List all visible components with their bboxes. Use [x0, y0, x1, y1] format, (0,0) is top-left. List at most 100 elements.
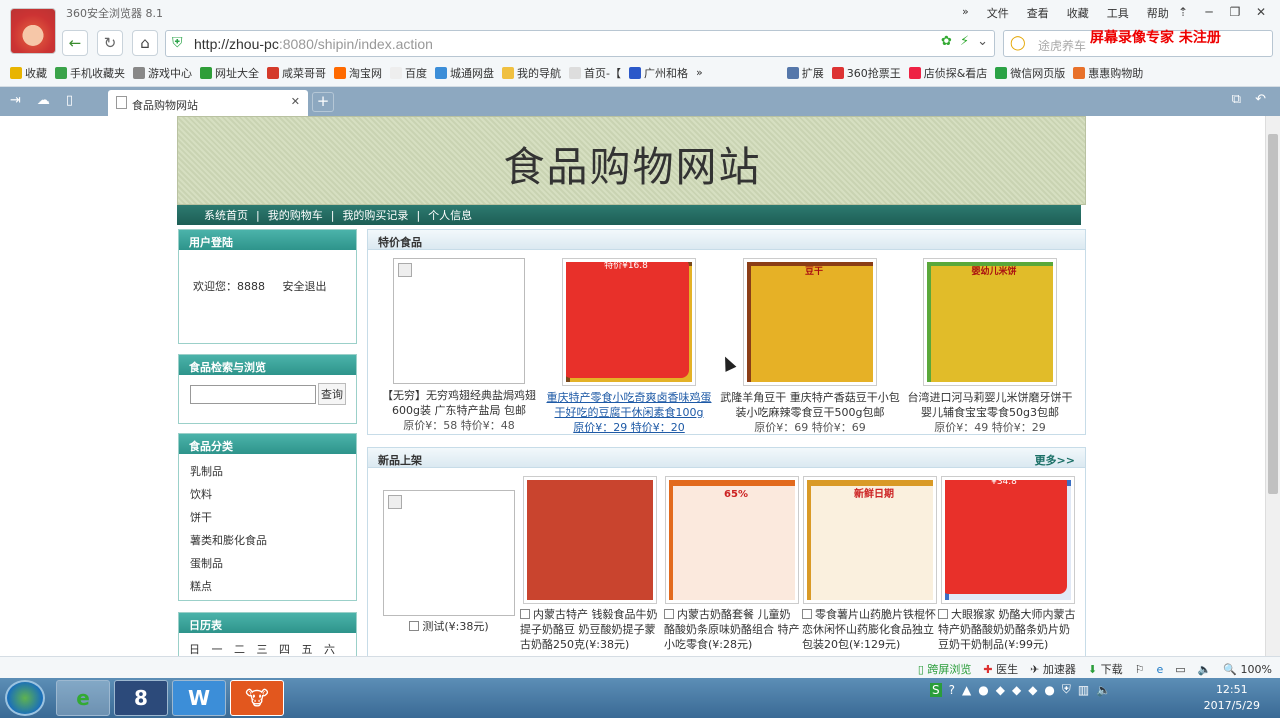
bookmark-item[interactable]: 淘宝网 [334, 65, 382, 81]
menu-favorites[interactable]: 收藏 [1063, 5, 1093, 21]
menu-view[interactable]: 查看 [1023, 5, 1053, 21]
tray-arrow-icon[interactable]: ▲ [962, 683, 971, 697]
product-image[interactable]: 婴幼儿米饼 [923, 258, 1057, 386]
phone-icon[interactable]: ▯ [66, 93, 73, 108]
menu-skin-icon[interactable]: » [958, 5, 973, 21]
nav-purchases[interactable]: 我的购买记录 [342, 207, 408, 223]
bookmark-item[interactable]: 城通网盘 [435, 65, 494, 81]
bookmark-item[interactable]: 百度 [390, 65, 427, 81]
tray-app-icon[interactable]: ◆ [996, 683, 1005, 697]
bookmark-right-item[interactable]: 店侦探&看店 [908, 65, 987, 81]
product-checkbox[interactable] [664, 609, 674, 619]
taskbar-app-8-icon[interactable]: 8 [114, 680, 168, 716]
product-name[interactable]: 内蒙古奶酪套餐 儿童奶酪酸奶条原味奶酪组合 特产 小吃零食(¥:28元) [664, 608, 800, 651]
tray-shield-icon[interactable]: ⛨ [1062, 682, 1071, 697]
tray-app-icon[interactable]: ◆ [1028, 683, 1037, 697]
product-name[interactable]: 零食薯片山药脆片铁棍怀恋休闲怀山药膨化食品独立包装20包(¥:129元) [802, 608, 936, 651]
back-button[interactable]: ← [62, 30, 88, 56]
vertical-scrollbar[interactable] [1265, 116, 1280, 656]
bookmark-right-item[interactable]: 微信网页版 [995, 65, 1065, 81]
product-image[interactable]: 奶酪大师¥34.8 [941, 476, 1075, 604]
ie-icon[interactable]: e [1156, 663, 1163, 676]
bookmarks-more-icon[interactable]: » [696, 66, 703, 79]
tray-qq-icon[interactable]: ● [978, 683, 988, 697]
url-field[interactable]: ⛨ http://zhou-pc:8080/shipin/index.actio… [165, 30, 995, 57]
bookmark-right-item[interactable]: 惠惠购物助 [1073, 65, 1143, 81]
bookmark-right-item[interactable]: 扩展 [786, 65, 824, 81]
product-image[interactable]: 65% [665, 476, 799, 604]
accelerator-button[interactable]: ✈ 加速器 [1030, 661, 1076, 677]
minimize-button[interactable]: ─ [1198, 2, 1220, 22]
special-product[interactable]: 豆干 武隆羊角豆干 重庆特产香菇豆干小包装小吃麻辣零食豆干500g包邮 原价¥：69… [717, 258, 903, 435]
category-item[interactable]: 饮料 [190, 486, 356, 502]
product-image[interactable]: 新鲜日期 [803, 476, 937, 604]
food-search-input[interactable] [190, 384, 316, 404]
nav-home[interactable]: 系统首页 [204, 207, 248, 223]
tray-volume-icon[interactable]: 🔈 [1096, 683, 1111, 697]
cloud-icon[interactable]: ☁ [37, 93, 50, 108]
system-clock[interactable]: 12:51 2017/5/29 [1204, 682, 1260, 714]
zoom-control[interactable]: 🔍 100% [1223, 663, 1272, 676]
product-image-placeholder[interactable] [393, 258, 525, 384]
taskbar-wps-icon[interactable]: W [172, 680, 226, 716]
chevron-down-icon[interactable]: ⌄ [977, 34, 988, 49]
bookmark-item[interactable]: 广州和格 [628, 65, 688, 81]
product-image[interactable]: 豆干 [743, 258, 877, 386]
undo-close-icon[interactable]: ↶ [1255, 92, 1266, 107]
product-checkbox[interactable] [802, 609, 812, 619]
nav-profile[interactable]: 个人信息 [428, 207, 472, 223]
product-checkbox[interactable] [520, 609, 530, 619]
bookmark-item[interactable]: 我的导航 [502, 65, 561, 81]
close-button[interactable]: ✕ [1250, 2, 1272, 22]
pin-icon[interactable]: ⇡ [1172, 2, 1194, 22]
product-name[interactable]: 内蒙古特产 钱毅食品牛奶提子奶酪豆 奶豆酸奶提子蒙古奶酪250克(¥:38元) [520, 608, 658, 651]
sound-icon[interactable]: 🔈 [1198, 663, 1212, 676]
more-link[interactable]: 更多>> [1035, 452, 1075, 468]
tab-list-icon[interactable]: ⧉ [1232, 92, 1241, 107]
taskbar-recorder-icon[interactable]: 🐮 [230, 680, 284, 716]
category-item[interactable]: 糕点 [190, 578, 356, 594]
start-button[interactable] [5, 680, 45, 716]
category-item[interactable]: 饼干 [190, 509, 356, 525]
logout-link[interactable]: 安全退出 [283, 280, 327, 293]
new-product[interactable]: 内蒙古特产 钱毅食品牛奶提子奶酪豆 奶豆酸奶提子蒙古奶酪250克(¥:38元) [520, 476, 660, 652]
category-item[interactable]: 乳制品 [190, 463, 356, 479]
product-name[interactable]: 台湾进口河马莉婴儿米饼磨牙饼干婴儿辅食宝宝零食50g3包邮 [904, 390, 1076, 420]
user-avatar[interactable] [10, 8, 56, 54]
tray-help-icon[interactable]: ? [949, 683, 955, 697]
product-name[interactable]: 重庆特产零食小吃奇爽卤香味鸡蛋干好吃的豆腐干休闲素食100g [542, 390, 716, 420]
product-image[interactable] [523, 476, 657, 604]
tray-app-icon[interactable]: ◆ [1012, 683, 1021, 697]
special-product[interactable]: 开业大酬宾 奇爽鸡蛋干100g*5袋特价¥16.8 重庆特产零食小吃奇爽卤香味鸡蛋… [542, 258, 716, 435]
new-product[interactable]: 测试(¥:38元) [380, 490, 518, 634]
scrollbar-thumb[interactable] [1268, 134, 1278, 494]
bookmark-item[interactable]: 咸菜哥哥 [267, 65, 326, 81]
refresh-button[interactable]: ↻ [97, 30, 123, 56]
new-product[interactable]: 65% 内蒙古奶酪套餐 儿童奶酪酸奶条原味奶酪组合 特产 小吃零食(¥:28元) [664, 476, 800, 652]
tab-active[interactable]: 食品购物网站 ✕ [108, 90, 308, 116]
bookmark-right-item[interactable]: 360抢票王 [831, 65, 901, 81]
download-button[interactable]: ⬇ 下载 [1088, 661, 1123, 677]
product-name[interactable]: 武隆羊角豆干 重庆特产香菇豆干小包装小吃麻辣零食豆干500g包邮 [717, 390, 903, 420]
tray-wechat-icon[interactable]: ● [1044, 683, 1054, 697]
bookmark-item[interactable]: 网址大全 [200, 65, 259, 81]
sidebar-toggle-icon[interactable]: ⇥ [10, 93, 21, 108]
product-name[interactable]: 【无穷】无穷鸡翅经典盐焗鸡翅600g装 广东特产盐局 包邮 [374, 388, 544, 418]
cross-screen-button[interactable]: ▯ 跨屏浏览 [918, 661, 972, 677]
menu-tools[interactable]: 工具 [1103, 5, 1133, 21]
product-checkbox[interactable] [938, 609, 948, 619]
bookmark-item[interactable]: 游戏中心 [133, 65, 192, 81]
category-item[interactable]: 蛋制品 [190, 555, 356, 571]
bookmark-item[interactable]: 手机收藏夹 [55, 65, 125, 81]
product-name[interactable]: 测试(¥:38元) [422, 620, 488, 633]
flag-icon[interactable]: ⚐ [1135, 663, 1145, 676]
window-icon[interactable]: ▭ [1175, 663, 1185, 676]
special-product[interactable]: 【无穷】无穷鸡翅经典盐焗鸡翅600g装 广东特产盐局 包邮 原价¥：58 特价¥：… [374, 258, 544, 433]
product-checkbox[interactable] [409, 621, 420, 631]
tray-s-icon[interactable]: S [930, 682, 942, 697]
bolt-icon[interactable]: ⚡ [960, 34, 969, 49]
new-tab-button[interactable]: + [312, 92, 334, 112]
new-product[interactable]: 新鲜日期 零食薯片山药脆片铁棍怀恋休闲怀山药膨化食品独立包装20包(¥:129元) [802, 476, 938, 652]
food-search-button[interactable]: 查询 [318, 383, 346, 405]
home-button[interactable]: ⌂ [132, 30, 158, 56]
